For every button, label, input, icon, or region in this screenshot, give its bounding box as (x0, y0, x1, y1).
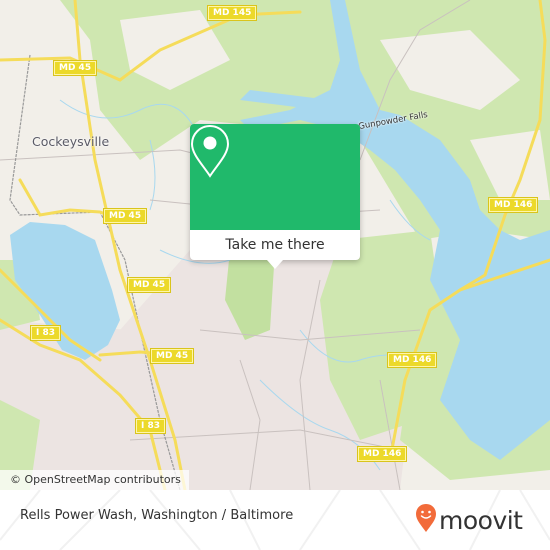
place-label-cockeysville: Cockeysville (32, 134, 110, 149)
map-view[interactable]: MD 145 MD 45 MD 45 MD 45 MD 45 I 83 I 83… (0, 0, 550, 490)
footer-bar: Rells Power Wash, Washington / Baltimore… (0, 490, 550, 550)
moovit-logo[interactable]: moovit (415, 502, 523, 538)
road-shield-md45: MD 45 (54, 61, 97, 75)
moovit-wordmark: moovit (439, 505, 523, 535)
location-title: Rells Power Wash, Washington / Baltimore (20, 508, 294, 523)
road-shield-md146: MD 146 (388, 353, 437, 367)
take-me-there-button[interactable]: Take me there (190, 230, 360, 260)
road-shield-md45: MD 45 (104, 209, 147, 223)
road-shield-i83: I 83 (31, 326, 61, 340)
popup-tail (267, 260, 283, 269)
road-shield-md145: MD 145 (208, 6, 257, 20)
road-shield-md45: MD 45 (151, 349, 194, 363)
road-shield-i83: I 83 (136, 419, 166, 433)
popup-header (190, 124, 360, 230)
road-shield-md146: MD 146 (358, 447, 407, 461)
road-shield-md45: MD 45 (128, 278, 171, 292)
map-attribution[interactable]: © OpenStreetMap contributors (0, 470, 189, 490)
moovit-smile-pin-icon (415, 503, 437, 537)
location-popup: Take me there (190, 124, 360, 269)
road-shield-md146: MD 146 (489, 198, 538, 212)
